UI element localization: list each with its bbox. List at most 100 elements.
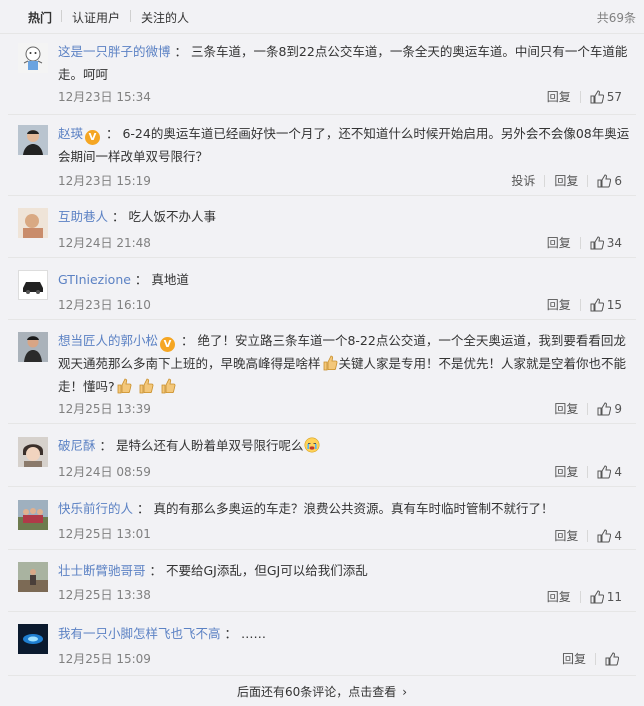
comment-item: GTIniezione ： 真地道 12月23日 16:10 回复 15 bbox=[0, 258, 644, 320]
comment-total-count: 共69条 bbox=[596, 11, 636, 25]
landscape-avatar-icon[interactable] bbox=[18, 562, 48, 592]
comment-username[interactable]: 破尼酥 bbox=[58, 438, 96, 453]
action-divider bbox=[579, 298, 581, 311]
car-avatar-icon[interactable] bbox=[18, 270, 48, 300]
reply-button[interactable]: 回复 bbox=[547, 296, 571, 313]
comment-username[interactable]: 快乐前行的人 bbox=[58, 501, 133, 516]
comment-username[interactable]: 这是一只胖子的微博 bbox=[58, 44, 171, 59]
verified-badge-icon: V bbox=[85, 130, 101, 145]
like-count: 34 bbox=[606, 235, 622, 250]
crying-face-emoji-icon bbox=[304, 437, 320, 453]
dark-avatar-icon[interactable] bbox=[18, 624, 48, 654]
comment-username[interactable]: 想当匠人的郭小松 bbox=[58, 333, 158, 348]
comment-actions: 回复 4 bbox=[554, 463, 622, 480]
load-more-comments-link[interactable]: 后面还有60条评论，点击查看 › bbox=[0, 678, 644, 706]
action-divider bbox=[587, 174, 589, 187]
cartoon-avatar-icon[interactable] bbox=[18, 43, 48, 73]
thumbs-up-icon bbox=[590, 589, 604, 603]
report-button[interactable]: 投诉 bbox=[511, 172, 535, 189]
person-avatar-icon[interactable] bbox=[18, 332, 48, 362]
like-button[interactable]: 4 bbox=[597, 465, 622, 479]
comment-item: 快乐前行的人 ： 真的有那么多奥运的车走？浪费公共资源。真有车时临时管制不就行了… bbox=[0, 487, 644, 550]
action-divider bbox=[544, 174, 546, 187]
thumbs-up-emoji-icon bbox=[323, 355, 337, 371]
comment-text: 互助巷人 ： 吃人饭不办人事 bbox=[58, 209, 216, 224]
load-more-label: 后面还有60条评论，点击查看 bbox=[236, 685, 397, 699]
reply-button[interactable]: 回复 bbox=[554, 400, 578, 417]
like-button[interactable]: 11 bbox=[590, 590, 622, 604]
comment-text: 这是一只胖子的微博 ： 三条车道，一条8到22点公交车道，一条全天的奥运车道。中… bbox=[58, 44, 628, 82]
comment-panel: 热门 认证用户 关注的人 共69条 这是一只胖子的微博 ： 三条车道，一条8到2… bbox=[0, 0, 644, 706]
tab-following[interactable]: 关注的人 bbox=[141, 9, 189, 26]
comment-text: 破尼酥 ： 是特么还有人盼着单双号限行呢么 bbox=[58, 434, 630, 457]
thumbs-up-icon bbox=[597, 464, 612, 478]
comment-time: 12月25日 13:39 bbox=[58, 402, 151, 416]
tab-divider bbox=[130, 10, 131, 22]
comment-item: 这是一只胖子的微博 ： 三条车道，一条8到22点公交车道，一条全天的奥运车道。中… bbox=[0, 35, 644, 115]
comment-actions: 回复 9 bbox=[554, 400, 622, 417]
comment-actions: 回复 11 bbox=[547, 588, 622, 605]
action-divider bbox=[579, 236, 581, 249]
reply-button[interactable]: 回复 bbox=[547, 88, 571, 105]
thumbs-up-emoji-icon bbox=[117, 378, 132, 394]
group-avatar-icon[interactable] bbox=[18, 500, 48, 530]
reply-button[interactable]: 回复 bbox=[547, 234, 571, 251]
like-button[interactable]: 9 bbox=[597, 402, 622, 416]
comment-time: 12月25日 15:09 bbox=[58, 652, 151, 666]
comment-content: 吃人饭不办人事 bbox=[128, 209, 216, 224]
comment-tabs: 热门 认证用户 关注的人 共69条 bbox=[0, 0, 644, 34]
like-count: 11 bbox=[606, 589, 622, 604]
comment-text: 赵瑛 V ： 6-24的奥运车道已经画好快一个月了，还不知道什么时候开始启用。另外… bbox=[58, 126, 630, 164]
comment-username[interactable]: 赵瑛 bbox=[58, 126, 83, 141]
comment-divider bbox=[8, 675, 636, 676]
comment-item: 我有一只小脚怎样飞也飞不高 ： …… 12月25日 15:09 回复 bbox=[0, 612, 644, 676]
comment-time: 12月23日 15:19 bbox=[58, 174, 151, 188]
like-count: 4 bbox=[614, 464, 622, 479]
comment-content: 是特么还有人盼着单双号限行呢么 bbox=[115, 438, 304, 453]
reply-button[interactable]: 回复 bbox=[554, 463, 578, 480]
comment-username[interactable]: 互助巷人 bbox=[58, 209, 108, 224]
like-count: 6 bbox=[614, 173, 622, 188]
tab-verified-users[interactable]: 认证用户 bbox=[72, 9, 120, 26]
like-button[interactable]: 15 bbox=[590, 298, 622, 312]
thumbs-up-icon bbox=[590, 297, 604, 311]
like-button[interactable]: 4 bbox=[597, 529, 622, 543]
reply-button[interactable]: 回复 bbox=[547, 588, 571, 605]
action-divider bbox=[595, 652, 596, 665]
comment-username[interactable]: 我有一只小脚怎样飞也飞不高 bbox=[58, 626, 221, 641]
thumbs-up-icon bbox=[590, 89, 604, 103]
like-button[interactable]: 34 bbox=[590, 236, 622, 250]
comment-item: 破尼酥 ： 是特么还有人盼着单双号限行呢么 12月24日 08:59 回复 4 bbox=[0, 424, 644, 487]
tab-hot[interactable]: 热门 bbox=[28, 9, 52, 26]
thumbs-up-emoji-icon bbox=[139, 378, 154, 394]
person-avatar-icon[interactable] bbox=[18, 125, 48, 155]
comment-actions: 回复 34 bbox=[547, 234, 622, 251]
action-divider bbox=[579, 90, 581, 103]
comment-time: 12月23日 16:10 bbox=[58, 298, 151, 312]
comment-text: 我有一只小脚怎样飞也飞不高 ： …… bbox=[58, 626, 266, 641]
comment-content: 真地道 bbox=[151, 272, 189, 287]
face-avatar-icon[interactable] bbox=[18, 437, 48, 467]
reply-button[interactable]: 回复 bbox=[554, 527, 578, 544]
comment-text: GTIniezione ： 真地道 bbox=[58, 272, 189, 287]
reply-button[interactable]: 回复 bbox=[562, 650, 586, 667]
comment-time: 12月25日 13:01 bbox=[58, 527, 151, 541]
like-button[interactable] bbox=[605, 651, 622, 666]
action-divider bbox=[587, 402, 589, 415]
action-divider bbox=[579, 590, 581, 603]
like-button[interactable]: 6 bbox=[597, 174, 622, 188]
comment-text: 快乐前行的人 ： 真的有那么多奥运的车走？浪费公共资源。真有车时临时管制不就行了… bbox=[58, 501, 554, 516]
comment-username[interactable]: 壮士断臂驰哥哥 bbox=[58, 563, 146, 578]
comment-actions: 回复 57 bbox=[547, 88, 622, 105]
reply-button[interactable]: 回复 bbox=[554, 172, 578, 189]
like-count: 57 bbox=[606, 89, 622, 104]
comment-item: 壮士断臂驰哥哥 ： 不要给GJ添乱，但GJ可以给我们添乱 12月25日 13:3… bbox=[0, 550, 644, 612]
like-count: 9 bbox=[614, 401, 622, 416]
tab-divider bbox=[61, 10, 62, 22]
comment-content: 6-24的奥运车道已经画好快一个月了，还不知道什么时候开始启用。另外会不会像08… bbox=[58, 126, 630, 164]
comment-time: 12月24日 08:59 bbox=[58, 465, 151, 479]
comment-username[interactable]: GTIniezione bbox=[58, 272, 131, 287]
like-button[interactable]: 57 bbox=[590, 90, 622, 104]
photo-avatar-icon[interactable] bbox=[18, 208, 48, 238]
thumbs-up-icon bbox=[605, 651, 619, 665]
